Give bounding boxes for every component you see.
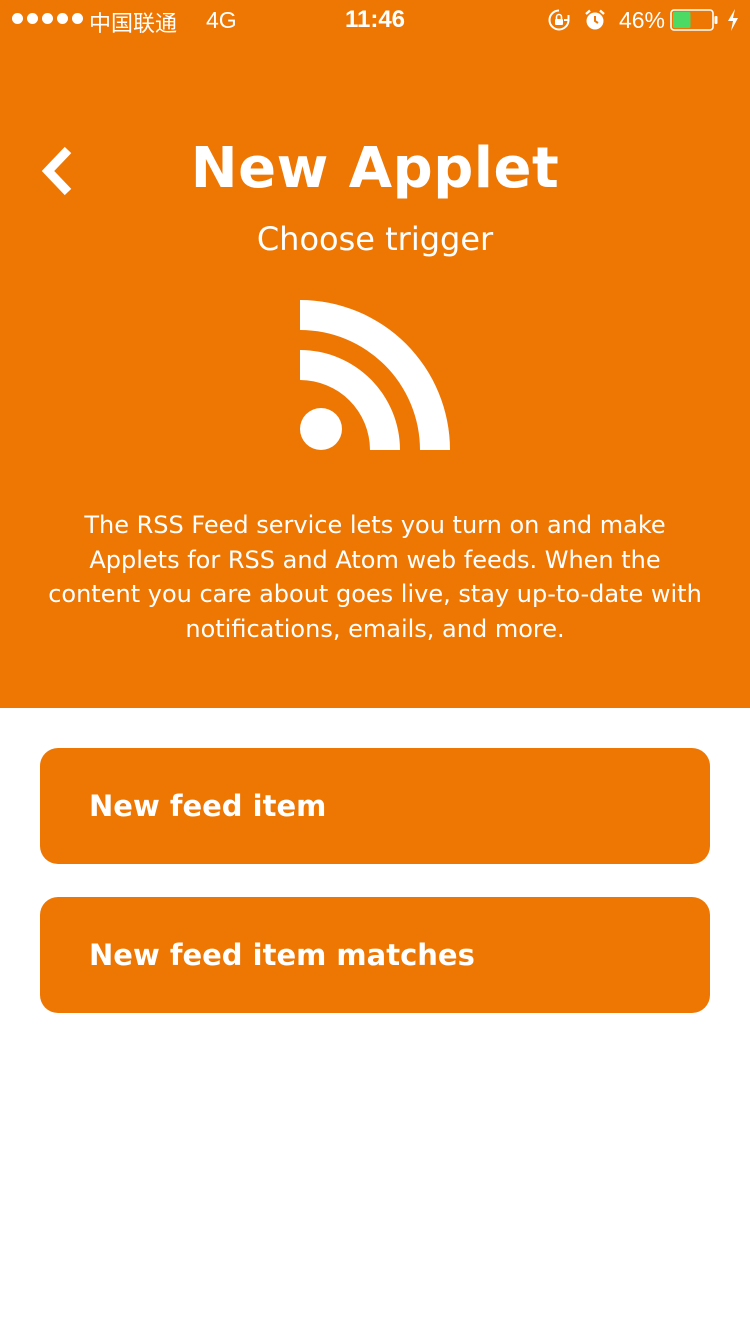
charging-bolt-icon <box>728 9 738 31</box>
rotation-lock-icon <box>548 9 570 31</box>
service-header: 中国联通 4G 11:46 46% New Applet Choose trig… <box>0 0 750 708</box>
page-title: New Applet <box>190 136 560 201</box>
service-description: The RSS Feed service lets you turn on an… <box>48 511 702 643</box>
rss-icon <box>300 300 450 450</box>
battery-percent: 46% <box>618 6 665 33</box>
trigger-label: New feed item <box>89 789 327 823</box>
page-subtitle: Choose trigger <box>256 220 494 258</box>
alarm-icon <box>585 9 605 30</box>
status-bar: 中国联通 4G 11:46 46% <box>0 0 750 40</box>
battery-icon <box>670 9 718 31</box>
trigger-label: New feed item matches <box>89 938 475 972</box>
trigger-list: New feed item New feed item matches <box>40 748 710 1046</box>
screen: 中国联通 4G 11:46 46% New Applet Choose trig… <box>0 0 750 1334</box>
status-right: 46% <box>547 6 740 34</box>
trigger-new-feed-item-matches[interactable]: New feed item matches <box>40 897 710 1013</box>
trigger-new-feed-item[interactable]: New feed item <box>40 748 710 864</box>
